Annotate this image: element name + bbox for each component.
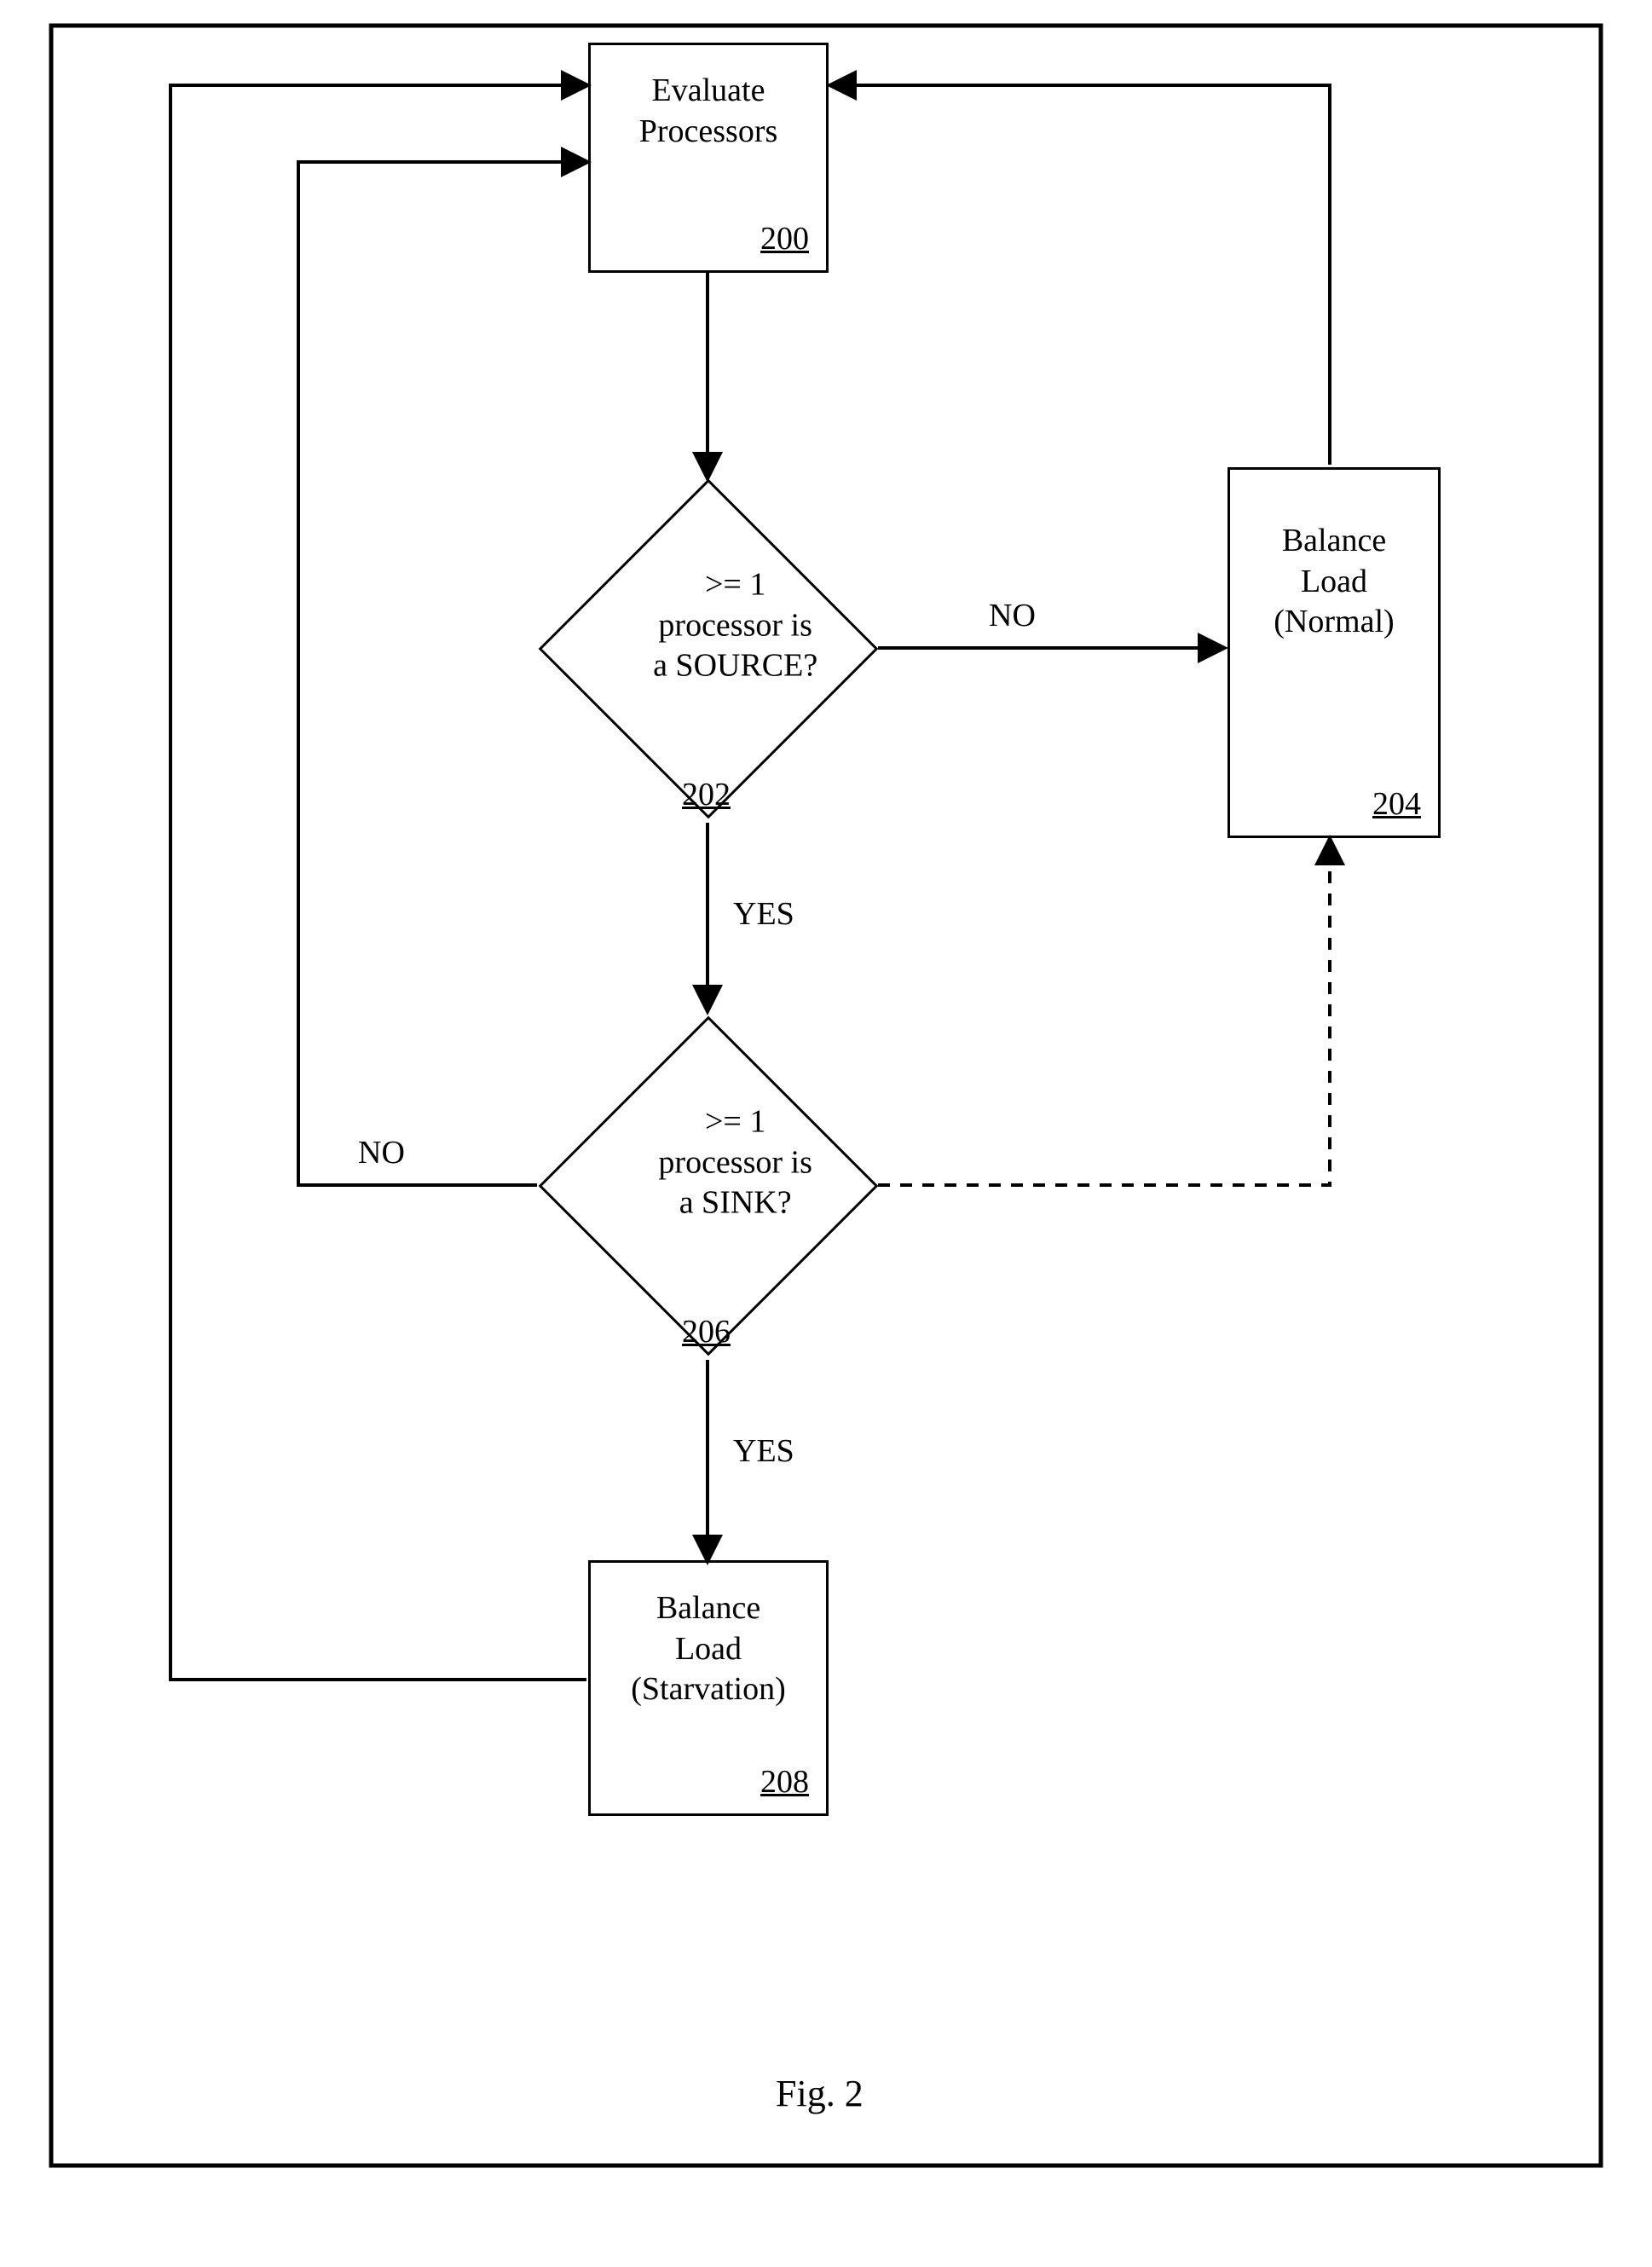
node-source-line3: a SOURCE? <box>653 647 817 683</box>
label-sink-no: NO <box>358 1134 405 1171</box>
node-sink-ref: 206 <box>682 1313 731 1350</box>
node-starvation-ref: 208 <box>760 1763 809 1801</box>
node-source-line1: >= 1 <box>705 566 765 602</box>
node-evaluate-ref: 200 <box>760 220 809 257</box>
node-source-decision: >= 1 processor is a SOURCE? <box>539 479 879 819</box>
node-starvation-line1: Balance <box>656 1590 760 1626</box>
label-sink-yes: YES <box>733 1432 794 1470</box>
node-source-ref: 202 <box>682 776 731 813</box>
figure-caption: Fig. 2 <box>776 2072 864 2115</box>
node-sink-decision: >= 1 processor is a SINK? <box>539 1016 879 1356</box>
node-source-line2: processor is <box>658 607 812 643</box>
label-source-no: NO <box>989 597 1036 634</box>
flowchart-canvas: Evaluate Processors 200 >= 1 processor i… <box>0 0 1652 2267</box>
node-normal-line3: (Normal) <box>1274 604 1394 639</box>
node-evaluate-line1: Evaluate <box>652 72 765 108</box>
node-normal-line2: Load <box>1301 564 1367 599</box>
node-balance-normal: Balance Load (Normal) 204 <box>1227 467 1441 838</box>
node-sink-line2: processor is <box>658 1144 812 1180</box>
node-evaluate-processors: Evaluate Processors 200 <box>588 43 829 273</box>
node-sink-line1: >= 1 <box>705 1103 765 1139</box>
node-sink-line3: a SINK? <box>679 1184 792 1220</box>
node-balance-starvation: Balance Load (Starvation) 208 <box>588 1560 829 1816</box>
label-source-yes: YES <box>733 895 794 933</box>
node-starvation-line2: Load <box>675 1631 742 1667</box>
node-normal-line1: Balance <box>1282 523 1386 558</box>
node-normal-ref: 204 <box>1372 785 1421 823</box>
node-evaluate-line2: Processors <box>639 113 778 149</box>
node-starvation-line3: (Starvation) <box>631 1671 786 1707</box>
